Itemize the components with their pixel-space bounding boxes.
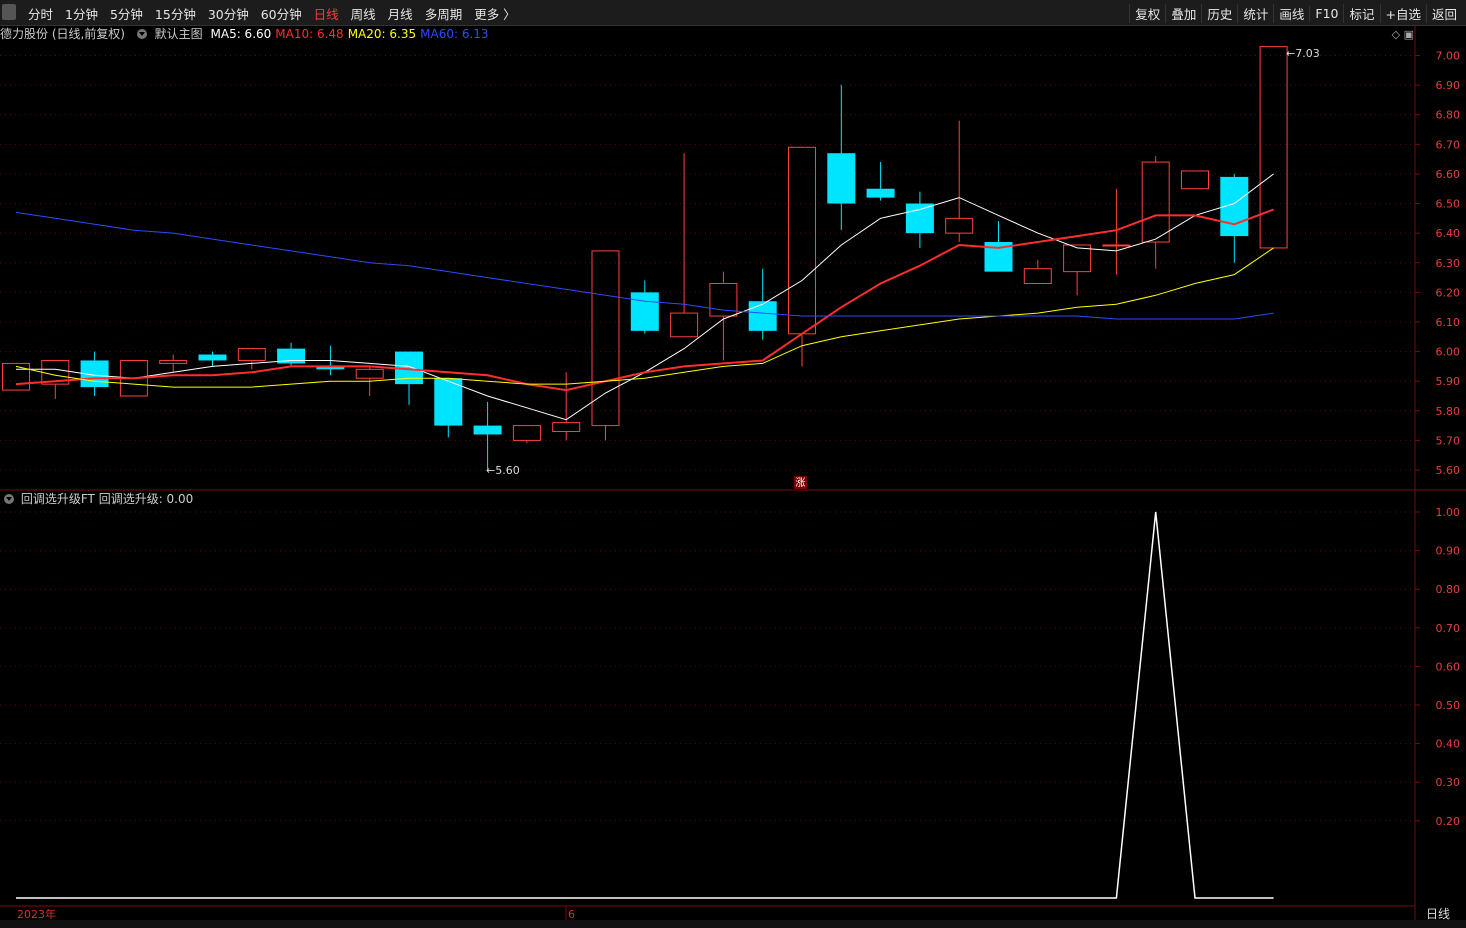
template-label[interactable]: 默认主图 — [155, 27, 203, 41]
diamond-icon[interactable]: ◇ — [1392, 28, 1400, 41]
y-tick-label: 6.40 — [1436, 227, 1461, 240]
candle-body — [945, 217, 974, 234]
candle-body — [237, 348, 266, 361]
candle-body — [552, 422, 581, 433]
y-tick-label: 0.20 — [1436, 815, 1461, 828]
y-tick-label: 6.90 — [1436, 79, 1461, 92]
indicator-info-line: 回调选升级FT 回调选升级: 0.00 — [0, 492, 1410, 506]
y-tick-label: 6.30 — [1436, 257, 1461, 270]
indicator-value: 回调选升级: 0.00 — [98, 492, 194, 506]
candle-body — [866, 188, 895, 198]
period-label: 日线 — [1426, 907, 1450, 921]
y-tick-label: 7.00 — [1436, 50, 1461, 63]
dropdown-icon[interactable] — [4, 494, 14, 504]
high-marker: ←7.03 — [1286, 47, 1320, 60]
tool-buttons: 复权 叠加 历史 统计 画线 F10 标记 +自选 返回 — [1129, 0, 1462, 26]
y-tick-label: 0.60 — [1436, 660, 1461, 673]
period-tab[interactable]: 5分钟 — [104, 4, 149, 23]
y-tick-label: 5.80 — [1436, 405, 1461, 418]
stock-label: 德力股份 (日线,前复权) — [0, 27, 125, 41]
dropdown-icon[interactable] — [136, 29, 147, 39]
period-toolbar: 分时 1分钟 5分钟 15分钟 30分钟 60分钟 日线 周线 月线 多周期 更多 〉 复权 叠加 历史… — [0, 0, 1466, 26]
period-tab[interactable]: 30分钟 — [202, 4, 255, 23]
candlestick-series — [2, 46, 1288, 470]
panel-controls: ◇ ▣ — [1392, 28, 1414, 41]
main-info-line: 德力股份 (日线,前复权) 默认主图 MA5: 6.60 MA10: 6.48 MA… — [0, 27, 1410, 41]
y-tick-label: 6.60 — [1436, 168, 1461, 181]
indicator-title: 回调选升级FT — [20, 492, 95, 506]
low-marker: ←5.60 — [486, 464, 520, 477]
y-tick-label: 0.40 — [1436, 738, 1461, 751]
tool-button[interactable]: 标记 — [1343, 3, 1379, 23]
tool-button[interactable]: 返回 — [1425, 3, 1462, 23]
tool-button[interactable]: 历史 — [1201, 3, 1237, 23]
candle-body — [2, 362, 30, 391]
y-tick-label: 6.00 — [1436, 346, 1461, 359]
candle-body — [159, 359, 188, 364]
ma-label: MA20: 6.35 — [347, 27, 417, 41]
y-tick-label: 0.70 — [1436, 622, 1461, 635]
y-tick-label: 6.20 — [1436, 286, 1461, 299]
tool-button[interactable]: +自选 — [1379, 3, 1426, 23]
candle-body — [1023, 268, 1052, 284]
candle-body — [512, 425, 541, 441]
y-tick-label: 0.80 — [1436, 583, 1461, 596]
y-tick-label: 1.00 — [1436, 506, 1461, 519]
period-tab[interactable]: 60分钟 — [255, 4, 308, 23]
price-axes: 7.00 6.90 6.80 6.70 6.60 6.50 6.40 6.30 6.20 6.10… — [1415, 50, 1460, 828]
y-tick-label: 0.50 — [1436, 699, 1461, 712]
tool-button[interactable]: 统计 — [1237, 3, 1273, 23]
y-tick-label: 6.70 — [1436, 138, 1461, 151]
period-tab[interactable]: 多周期 — [419, 4, 469, 23]
y-tick-label: 6.10 — [1436, 316, 1461, 329]
candle-body — [827, 153, 856, 204]
ma-label: MA60: 6.13 — [420, 27, 489, 41]
menu-icon[interactable] — [2, 4, 16, 20]
y-tick-label: 6.50 — [1436, 198, 1461, 211]
year-label: 2023年 — [17, 907, 56, 921]
period-tab[interactable]: 15分钟 — [149, 4, 202, 23]
tool-button[interactable]: F10 — [1309, 5, 1343, 21]
period-tab[interactable]: 分时 — [22, 4, 59, 23]
ma-label: MA5: 6.60 — [210, 27, 272, 41]
tool-button[interactable]: 画线 — [1273, 3, 1309, 23]
candle-body — [198, 354, 227, 361]
y-tick-label: 5.60 — [1436, 464, 1461, 477]
period-tab[interactable]: 日线 — [308, 4, 345, 23]
zhang-icon-label: 涨 — [796, 477, 806, 489]
indicator-series — [16, 511, 1274, 899]
period-tab[interactable]: 1分钟 — [59, 4, 104, 23]
period-tab[interactable]: 周线 — [345, 4, 382, 23]
candle-body — [788, 146, 816, 335]
period-tab[interactable]: 月线 — [382, 4, 419, 23]
ma-labels: MA5: 6.60 MA10: 6.48 MA20: 6.35 MA60: 6.13 — [211, 27, 493, 41]
y-tick-label: 5.70 — [1436, 434, 1461, 447]
chart-canvas[interactable]: 7.00 6.90 6.80 6.70 6.60 6.50 6.40 6.30 6.20 6.10… — [0, 0, 1466, 928]
period-tabs: 分时 1分钟 5分钟 15分钟 30分钟 60分钟 日线 周线 月线 多周期 更多 〉 — [22, 0, 522, 26]
bottom-tab-strip — [0, 920, 1466, 928]
y-tick-label: 6.80 — [1436, 109, 1461, 122]
ma-label: MA10: 6.48 — [275, 27, 344, 41]
y-tick-label: 0.30 — [1436, 776, 1461, 789]
candle-body — [1102, 244, 1131, 247]
tool-button[interactable]: 叠加 — [1165, 3, 1201, 23]
period-tab[interactable]: 更多 〉 — [468, 4, 521, 23]
grid-lines — [0, 55, 1415, 822]
candle-body — [1259, 46, 1288, 249]
restore-icon[interactable]: ▣ — [1404, 28, 1414, 41]
candle-body — [355, 368, 384, 379]
tool-button[interactable]: 复权 — [1129, 3, 1165, 23]
candle-body — [905, 203, 934, 234]
candle-body — [473, 425, 502, 435]
indicator-line — [16, 511, 1274, 899]
y-tick-label: 5.90 — [1436, 375, 1461, 388]
candle-body — [630, 292, 659, 331]
candle-body — [670, 312, 699, 338]
candle-body — [748, 301, 777, 331]
y-tick-label: 0.90 — [1436, 545, 1461, 558]
